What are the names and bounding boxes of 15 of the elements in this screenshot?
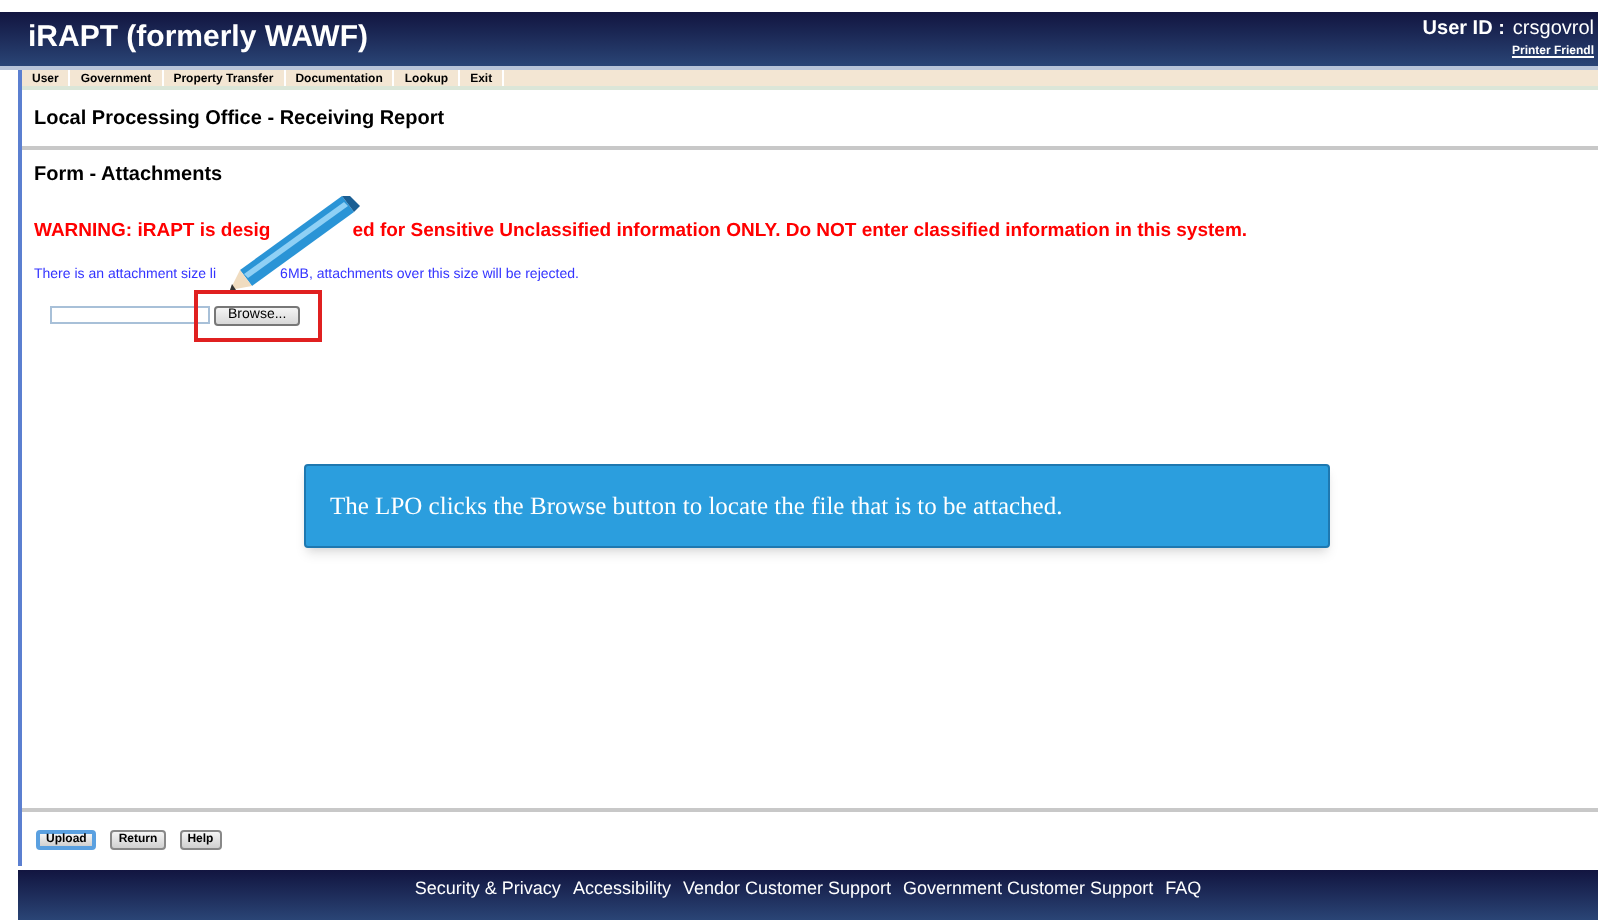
footer-link[interactable]: Vendor Customer Support [682, 876, 892, 898]
app-title: iRAPT (formerly WAWF) [28, 18, 369, 59]
callout-box: The LPO clicks the Browse button to locate the file that is to be attached. [304, 464, 1330, 548]
warning-text: WARNING: iRAPT is desig [34, 218, 271, 246]
user-id-label: User ID : [1422, 16, 1505, 44]
highlight-frame [194, 290, 322, 342]
footer-link[interactable]: Accessibility [572, 876, 671, 898]
warning-text: ed for Sensitive Unclassified information ONLY. Do NOT enter classified information in this system. [352, 218, 1248, 246]
footer-link[interactable]: Security & Privacy [414, 876, 561, 898]
file-path-field[interactable] [50, 306, 210, 325]
footer-link[interactable]: Government Customer Support [903, 876, 1154, 898]
footer-link[interactable]: FAQ [1165, 876, 1202, 898]
section-title: Form - Attachments [32, 162, 225, 190]
page-title: Local Processing Office - Receiving Report [22, 90, 1598, 150]
user-id-value: crsgovrol [1512, 16, 1594, 44]
